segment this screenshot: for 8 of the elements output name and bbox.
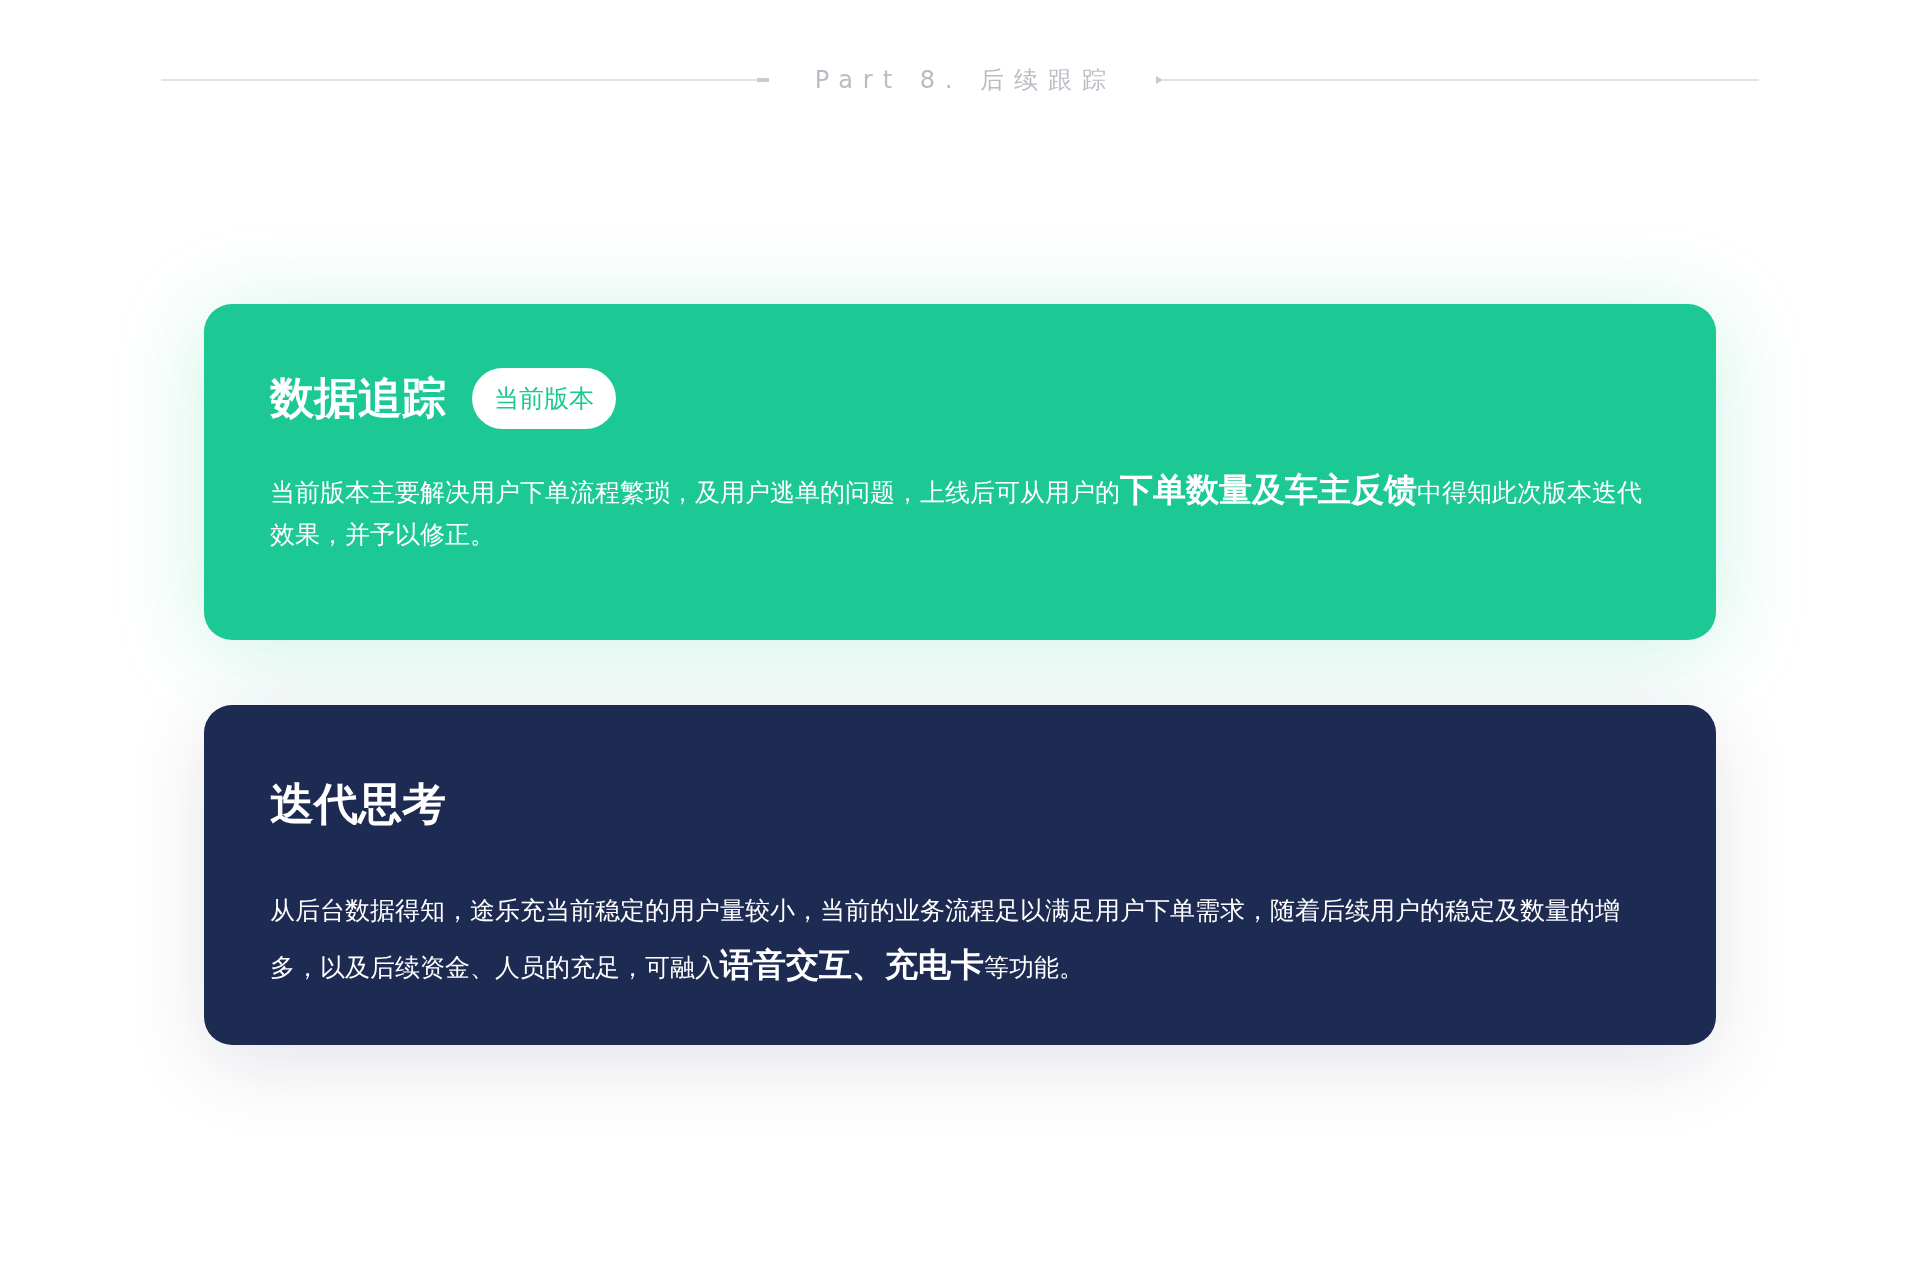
arrow-head-icon	[1156, 76, 1164, 84]
card-paragraph: 当前版本主要解决用户下单流程繁琐，及用户逃单的问题，上线后可从用户的下单数量及车主反馈中得知此次版本迭代效果，并予以修正。	[270, 469, 1643, 551]
arrow-tail-icon	[756, 76, 769, 84]
card-paragraph: 从后台数据得知，途乐充当前稳定的用户量较小，当前的业务流程足以满足用户下单需求，随着后续用户的稳定及数量的增多，以及后续资金、人员的充足，可融入语音交互、充电卡等功能。	[270, 895, 1621, 986]
card-title: 数据追踪	[270, 371, 446, 425]
section-title: Part 8. 后续跟踪	[813, 65, 1118, 96]
version-badge: 当前版本	[472, 368, 616, 429]
card-title: 迭代思考	[270, 777, 446, 831]
